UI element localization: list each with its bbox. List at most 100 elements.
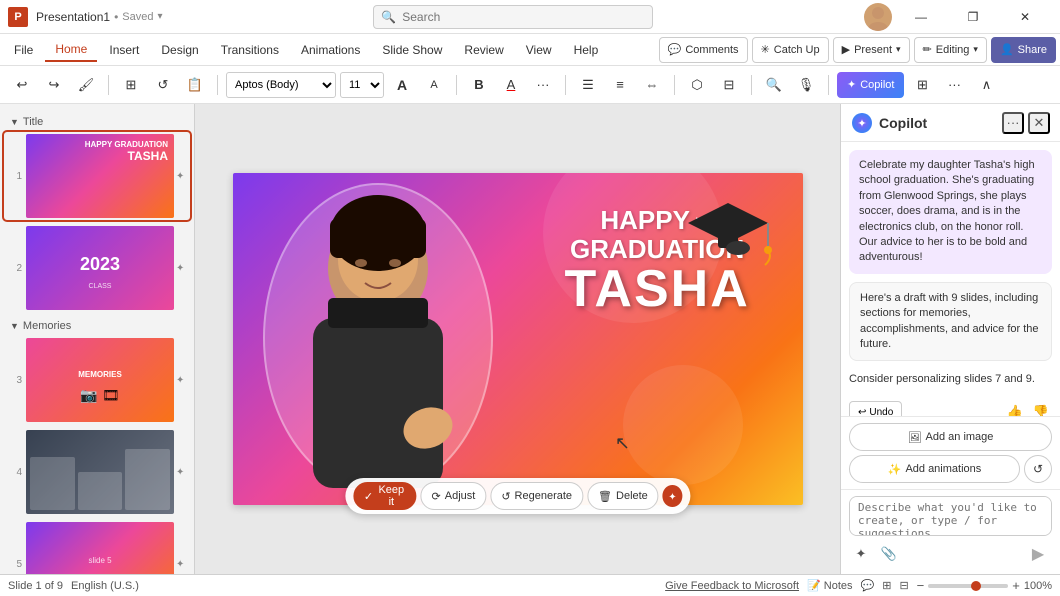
decrease-font-button[interactable]: A [420, 72, 448, 98]
section-button[interactable]: 📋 [181, 72, 209, 98]
adjust-icon: ⟳ [432, 490, 441, 503]
share-button[interactable]: 👤 Share [991, 37, 1056, 63]
copilot-input[interactable] [849, 496, 1052, 536]
memories-chevron-icon: ▼ [10, 321, 19, 331]
close-button[interactable]: ✕ [1002, 0, 1048, 34]
thumbs-up-button[interactable]: 👍 [1004, 401, 1026, 416]
minimize-button[interactable]: — [898, 0, 944, 34]
restore-button[interactable]: ❐ [950, 0, 996, 34]
slide-item-4[interactable]: 4 ✦ [4, 428, 190, 516]
slide-canvas-area: HAPPY 〰 GRADUATION TASHA [195, 104, 840, 574]
tab-help[interactable]: Help [564, 39, 609, 61]
numbering-button[interactable]: ≡ [606, 72, 634, 98]
tab-view[interactable]: View [516, 39, 562, 61]
zoom-minus-icon[interactable]: − [917, 578, 925, 593]
status-bar: Slide 1 of 9 English (U.S.) Give Feedbac… [0, 574, 1060, 596]
copilot-action-buttons: 🖼 Add an image ✨ Add animations ↺ [841, 416, 1060, 489]
undo-button[interactable]: ↩ [8, 72, 36, 98]
more-toolbar-button[interactable]: ··· [940, 72, 968, 98]
attachment-button[interactable]: 📎 [877, 542, 901, 566]
slide-sorter-button[interactable]: ⊞ [882, 579, 891, 592]
copilot-user-message: Celebrate my daughter Tasha's high schoo… [849, 150, 1052, 274]
expand-ribbon-button[interactable]: ∧ [972, 72, 1000, 98]
ribbon-action-area: 💬 Comments ✳ Catch Up ▶ Present ▾ ✏ Edit… [659, 37, 1056, 63]
refresh-button[interactable]: ↺ [1024, 455, 1052, 483]
slide-panel: ▼ Title 1 HAPPY GRADUATION TASHA ✦ 2 202… [0, 104, 195, 574]
undo-button[interactable]: ↩ Undo [849, 401, 902, 416]
add-animations-button[interactable]: ✨ Add animations [849, 455, 1020, 483]
bullets-button[interactable]: ☰ [574, 72, 602, 98]
zoom-control: − + 100% [917, 578, 1052, 593]
format-painter-button[interactable]: 🖌 [72, 72, 100, 98]
zoom-plus-icon[interactable]: + [1012, 578, 1020, 593]
slide-canvas[interactable]: HAPPY 〰 GRADUATION TASHA [233, 173, 803, 505]
shapes-button[interactable]: ⬡ [683, 72, 711, 98]
feedback-link[interactable]: Give Feedback to Microsoft [665, 580, 799, 592]
tab-file[interactable]: File [4, 39, 43, 61]
regenerate-icon: ↺ [501, 490, 510, 503]
find-button[interactable]: 🔍 [760, 72, 788, 98]
increase-font-button[interactable]: A [388, 72, 416, 98]
slide-thumb-5: slide 5 [26, 522, 174, 574]
copilot-close-button[interactable]: ✕ [1028, 112, 1050, 134]
tab-home[interactable]: Home [45, 38, 97, 62]
mic-button[interactable]: 🎙 [792, 72, 820, 98]
adjust-button[interactable]: ⟳ Adjust [421, 482, 487, 510]
separator-7 [828, 75, 829, 95]
slide-item-1[interactable]: 1 HAPPY GRADUATION TASHA ✦ [4, 132, 190, 220]
slide-num-1: 1 [6, 171, 22, 182]
zoom-thumb [971, 581, 981, 591]
send-button[interactable]: ▶ [1024, 540, 1052, 568]
tab-insert[interactable]: Insert [99, 39, 149, 61]
slide-num-4: 4 [6, 467, 22, 478]
copilot-toolbar-button[interactable]: ✦ Copilot [837, 72, 904, 98]
keep-button[interactable]: ✓ Keep it [353, 482, 417, 510]
catch-up-button[interactable]: ✳ Catch Up [752, 37, 829, 63]
slide-happy-text: HAPPY [600, 206, 690, 235]
copilot-panel: ✦ Copilot ··· ✕ Celebrate my daughter Ta… [840, 104, 1060, 574]
sparkle-input-button[interactable]: ✦ [849, 542, 873, 566]
font-size-select[interactable]: 11 [340, 72, 384, 98]
zoom-slider[interactable] [928, 584, 1008, 588]
slide-thumb-3: MEMORIES 📷🎞 [26, 338, 174, 422]
font-color-button[interactable]: A [497, 72, 525, 98]
text-dir-button[interactable]: ⇔ [638, 72, 666, 98]
comments-panel-button[interactable]: 💬 [861, 579, 875, 592]
notes-button[interactable]: 📝 Notes [807, 579, 853, 592]
bold-button[interactable]: B [465, 72, 493, 98]
search-input[interactable] [373, 5, 653, 29]
animation-icon: ✨ [888, 463, 902, 476]
thumbs-down-button[interactable]: 👎 [1030, 401, 1052, 416]
add-image-button[interactable]: 🖼 Add an image [849, 423, 1052, 451]
tab-slideshow[interactable]: Slide Show [372, 39, 452, 61]
grid-button[interactable]: ⊞ [908, 72, 936, 98]
slide-item-5[interactable]: 5 slide 5 ✦ [4, 520, 190, 574]
arrange-button[interactable]: ⊟ [715, 72, 743, 98]
editing-button[interactable]: ✏ Editing ▾ [914, 37, 987, 63]
layout-button[interactable]: ⊞ [117, 72, 145, 98]
reset-button[interactable]: ↺ [149, 72, 177, 98]
redo-button[interactable]: ↪ [40, 72, 68, 98]
slide-info: Slide 1 of 9 [8, 580, 63, 592]
tab-animations[interactable]: Animations [291, 39, 370, 61]
regenerate-button[interactable]: ↺ Regenerate [490, 482, 583, 510]
tab-design[interactable]: Design [151, 39, 208, 61]
reading-view-button[interactable]: ⊟ [899, 579, 908, 592]
copilot-more-button[interactable]: ··· [1002, 112, 1024, 134]
copilot-action-icon[interactable]: ✦ [663, 485, 682, 507]
font-family-select[interactable]: Aptos (Body) [226, 72, 336, 98]
slide-star-3: ✦ [176, 375, 188, 386]
present-button[interactable]: ▶ Present ▾ [833, 37, 910, 63]
save-status: Saved [122, 11, 153, 23]
tab-transitions[interactable]: Transitions [211, 39, 289, 61]
more-font-button[interactable]: ··· [529, 72, 557, 98]
delete-button[interactable]: 🗑 Delete [587, 482, 659, 510]
copilot-messages: Celebrate my daughter Tasha's high schoo… [841, 142, 1060, 416]
title-bar: P Presentation1 • Saved ▾ 🔍 — ❐ ✕ [0, 0, 1060, 34]
reaction-buttons: 👍 👎 [1004, 401, 1052, 416]
slide-item-2[interactable]: 2 2023 CLASS ✦ [4, 224, 190, 312]
comments-button[interactable]: 💬 Comments [659, 37, 748, 63]
tab-review[interactable]: Review [454, 39, 513, 61]
comments-icon: 💬 [668, 43, 682, 56]
slide-item-3[interactable]: 3 MEMORIES 📷🎞 ✦ [4, 336, 190, 424]
